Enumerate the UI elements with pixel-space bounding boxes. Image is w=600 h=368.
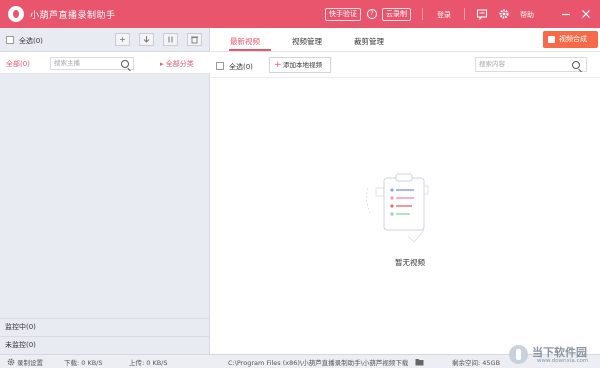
empty-state-text: 暂无视频 bbox=[395, 258, 425, 267]
cloud-record-button[interactable]: 云录制 bbox=[382, 8, 411, 21]
tab-latest-videos[interactable]: 最新视频 bbox=[230, 36, 260, 47]
message-icon[interactable] bbox=[476, 8, 488, 21]
gear-icon[interactable] bbox=[7, 358, 15, 366]
app-title: 小葫芦直播录制助手 bbox=[30, 11, 116, 21]
folder-icon[interactable] bbox=[415, 358, 424, 366]
add-streamer-button[interactable]: + bbox=[115, 33, 130, 46]
streamer-toolbar: 全选(0) + bbox=[0, 28, 210, 52]
video-merge-button[interactable]: 视频合成 bbox=[543, 31, 598, 48]
filter-all-tab[interactable]: 全部(0) bbox=[6, 59, 30, 69]
app-logo-icon bbox=[8, 6, 24, 22]
video-search-input[interactable]: 搜索内容 bbox=[475, 57, 587, 72]
select-all-checkbox[interactable] bbox=[6, 36, 14, 44]
upload-speed: 上传: 0 KB/S bbox=[129, 359, 168, 367]
save-path: C:\Program Files (x86)\小葫芦直播录制助手\小葫芦视频下载 bbox=[228, 359, 409, 367]
download-speed: 下载: 0 KB/S bbox=[64, 359, 103, 367]
minimize-icon[interactable] bbox=[560, 8, 572, 20]
close-icon[interactable] bbox=[580, 8, 592, 20]
unmonitored-group[interactable]: 未监控(0) bbox=[0, 336, 210, 354]
monitoring-group[interactable]: 监控中(0) bbox=[0, 318, 210, 336]
login-link[interactable]: 登录 bbox=[437, 10, 451, 20]
tab-clip-management[interactable]: 裁剪管理 bbox=[354, 36, 384, 47]
add-local-video-button[interactable]: 添加本地视频 bbox=[269, 57, 331, 73]
help-link[interactable]: 帮助 bbox=[520, 10, 534, 20]
delete-icon[interactable] bbox=[187, 33, 202, 46]
title-bar: 小葫芦直播录制助手 快手验证 ? 云录制 登录 帮助 bbox=[0, 0, 600, 28]
watermark-logo-icon bbox=[509, 345, 528, 364]
watermark-url: www.downxia.com bbox=[537, 358, 589, 364]
video-select-all-label: 全选(0) bbox=[229, 63, 253, 71]
download-icon[interactable] bbox=[139, 33, 154, 46]
kuaishou-verify-button[interactable]: 快手验证 bbox=[325, 8, 361, 21]
video-tabs: 最新视频 视频管理 裁剪管理 bbox=[211, 28, 600, 52]
empty-clipboard-icon bbox=[366, 173, 429, 243]
video-select-all-checkbox[interactable] bbox=[216, 62, 224, 70]
active-tab-indicator bbox=[229, 49, 271, 51]
tab-video-management[interactable]: 视频管理 bbox=[292, 36, 322, 47]
divider bbox=[464, 8, 465, 20]
question-icon[interactable]: ? bbox=[367, 9, 377, 19]
gear-icon[interactable] bbox=[498, 8, 510, 20]
watermark: 当下软件园 www.downxia.com bbox=[507, 343, 600, 368]
record-settings-link[interactable]: 录制设置 bbox=[17, 357, 43, 367]
streamer-panel: 全选(0) + 全部(0) 搜索主播 ▸ 全部分类 监控中(0) 未监控(0) bbox=[0, 28, 210, 354]
streamer-filter-row: 全部(0) 搜索主播 ▸ 全部分类 bbox=[0, 52, 210, 74]
search-icon[interactable] bbox=[121, 60, 129, 68]
pause-icon[interactable] bbox=[163, 33, 178, 46]
select-all-label: 全选(0) bbox=[19, 37, 43, 45]
search-icon[interactable] bbox=[572, 61, 580, 69]
free-space: 剩余空间: 45GB bbox=[452, 359, 501, 367]
category-dropdown[interactable]: ▸ 全部分类 bbox=[160, 59, 194, 69]
divider bbox=[422, 8, 423, 20]
